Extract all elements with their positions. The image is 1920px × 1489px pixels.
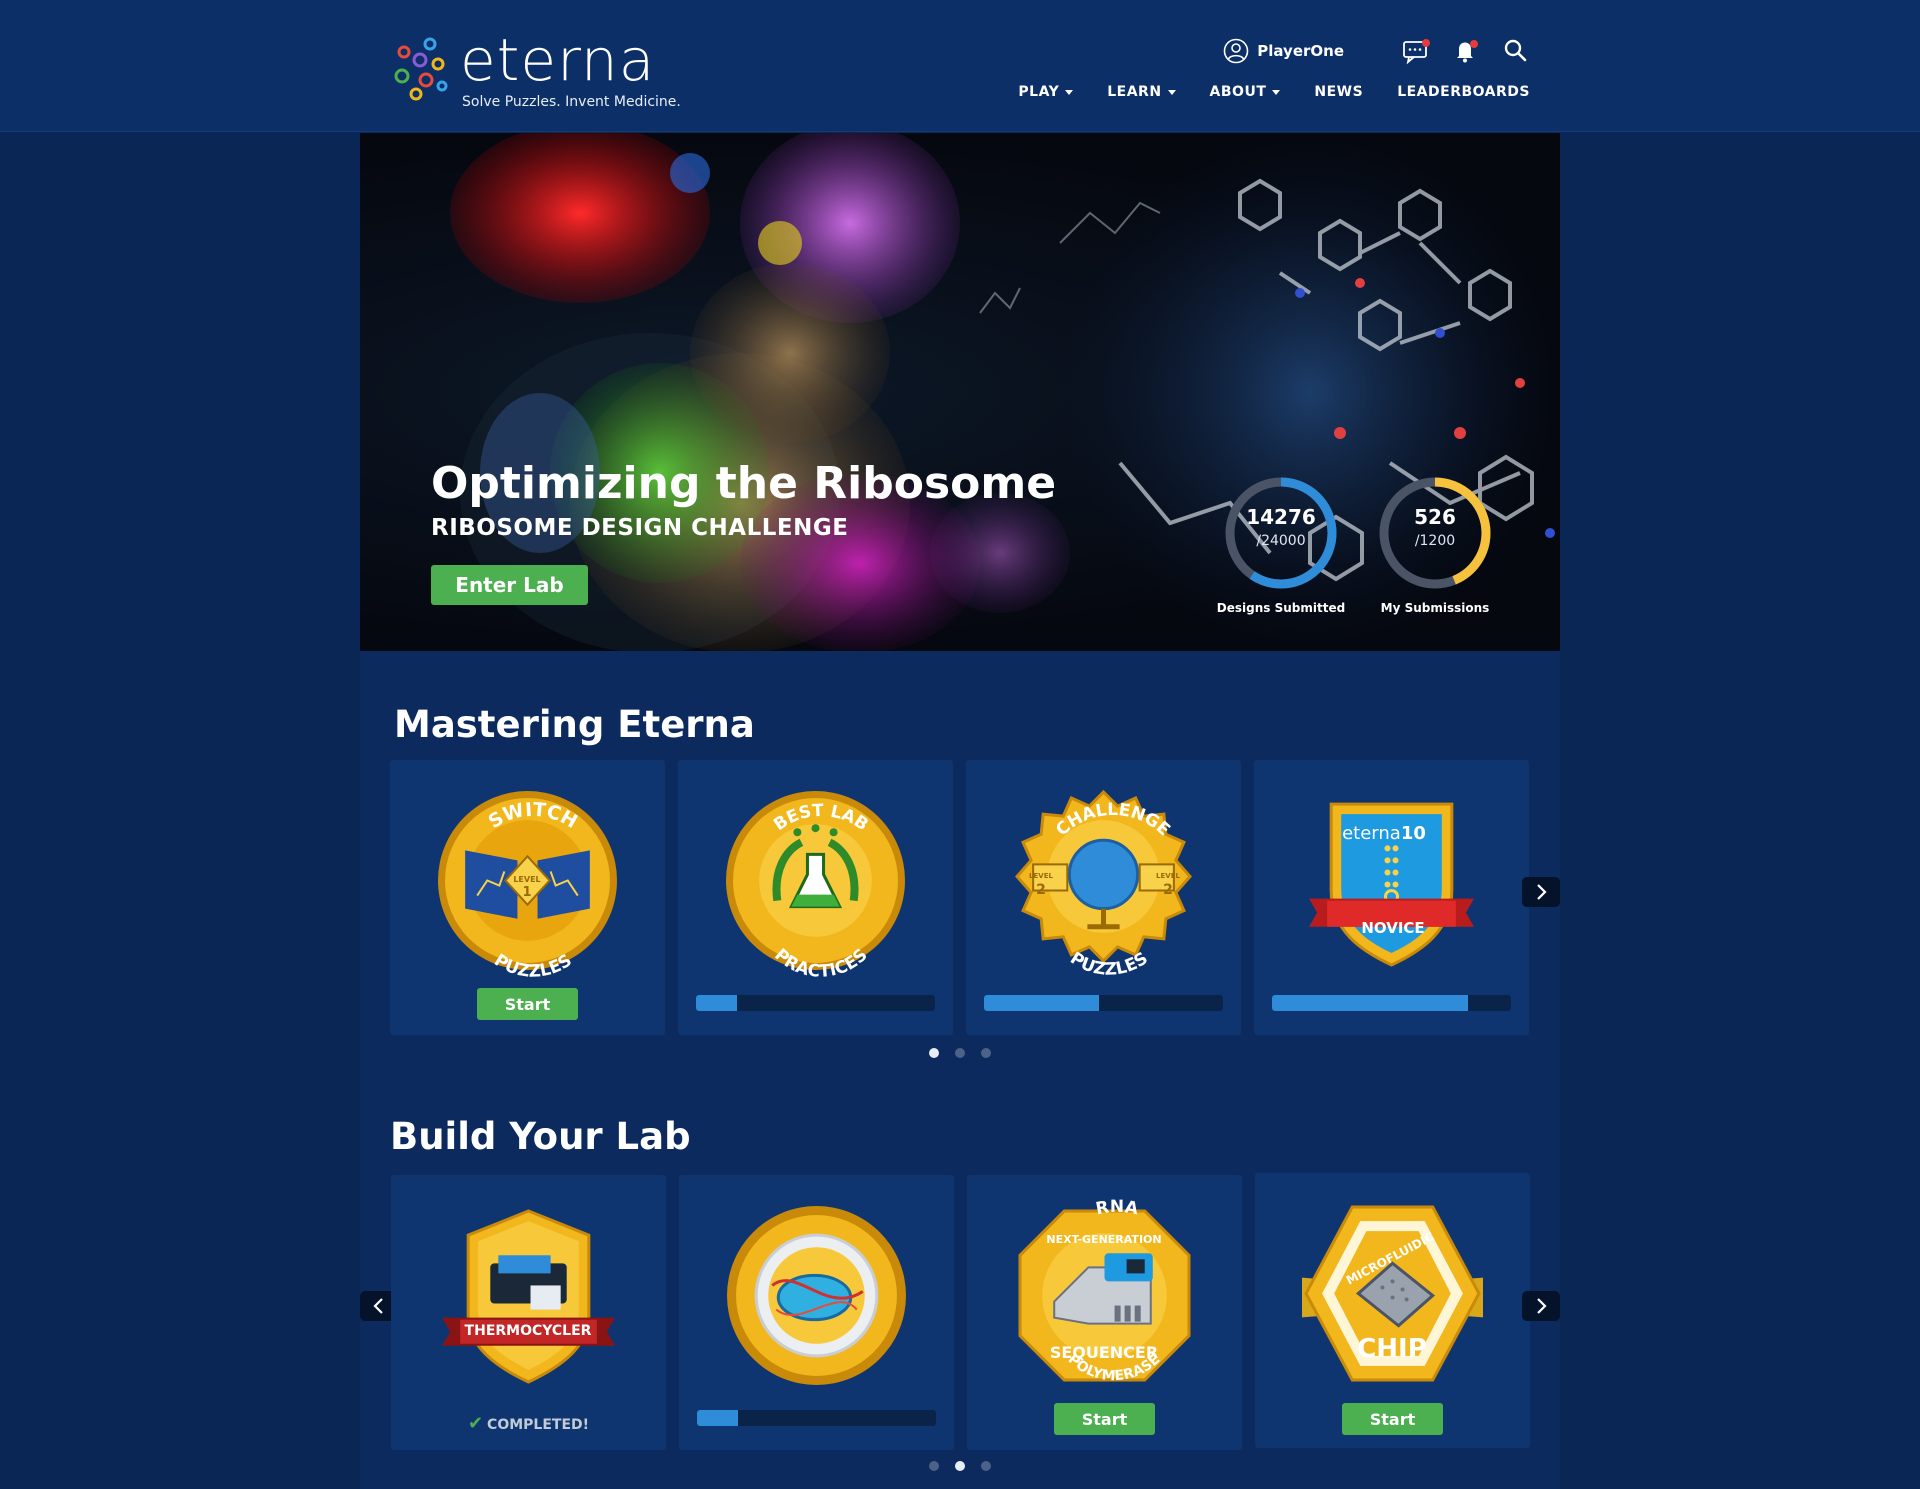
challenge-puzzles-card[interactable] — [966, 760, 1241, 1035]
hero-banner: Optimizing the Ribosome RIBOSOME DESIGN … — [360, 133, 1560, 651]
main-nav: PLAY LEARN ABOUT NEWS LEADERBOARDS — [1018, 84, 1530, 100]
nav-play-label: PLAY — [1018, 84, 1060, 100]
microfluidic-chip-badge-icon — [1302, 1205, 1483, 1382]
search-icon — [1504, 39, 1527, 62]
pagination-dot[interactable] — [929, 1461, 939, 1471]
mastering-next-arrow[interactable] — [1522, 877, 1560, 907]
sequencer-start-button[interactable]: Start — [1054, 1403, 1155, 1435]
logo-tagline: Solve Puzzles. Invent Medicine. — [462, 94, 681, 110]
progress-fill — [696, 995, 737, 1011]
chevron-right-icon — [1537, 884, 1547, 900]
messages-button[interactable] — [1402, 37, 1430, 65]
molecule-logo-icon — [394, 37, 448, 101]
rna-polymerase-card[interactable] — [679, 1175, 954, 1450]
microfluidic-chip-card[interactable]: Start — [1255, 1173, 1530, 1448]
microfluidic-chip-start-button[interactable]: Start — [1342, 1403, 1443, 1435]
chevron-down-icon — [1065, 89, 1074, 95]
build-your-lab-heading: Build Your Lab — [390, 1115, 691, 1158]
best-lab-practices-card[interactable] — [678, 760, 953, 1035]
notifications-button[interactable] — [1452, 37, 1480, 65]
hero-title: Optimizing the Ribosome — [431, 458, 1057, 509]
designs-submitted-count: 14276 — [1246, 505, 1316, 529]
pagination-dot[interactable] — [955, 1461, 965, 1471]
chevron-right-icon — [1537, 1298, 1547, 1314]
my-submissions-stat: 526 /1200 My Submissions — [1365, 473, 1505, 615]
thermocycler-badge-icon — [442, 1209, 615, 1384]
nav-news[interactable]: NEWS — [1314, 84, 1363, 100]
hero-subtitle: RIBOSOME DESIGN CHALLENGE — [431, 515, 849, 541]
pagination-dot[interactable] — [955, 1048, 965, 1058]
enter-lab-button[interactable]: Enter Lab — [431, 565, 588, 605]
nav-learn[interactable]: LEARN — [1107, 84, 1176, 100]
nav-leaderboards[interactable]: LEADERBOARDS — [1397, 84, 1530, 100]
nav-leaderboards-label: LEADERBOARDS — [1397, 84, 1530, 100]
progress-fill — [1272, 995, 1468, 1011]
completed-label: COMPLETED! — [487, 1417, 590, 1433]
nav-play[interactable]: PLAY — [1018, 84, 1074, 100]
rna-polymerase-progress — [697, 1410, 936, 1426]
best-lab-practices-badge-icon — [726, 791, 905, 970]
switch-puzzles-card[interactable]: Start — [390, 760, 665, 1035]
eterna10-novice-card[interactable] — [1254, 760, 1529, 1035]
switch-puzzles-start-button[interactable]: Start — [477, 988, 578, 1020]
nav-about[interactable]: ABOUT — [1210, 84, 1281, 100]
eterna-logo[interactable]: eterna Solve Puzzles. Invent Medicine. — [390, 26, 690, 114]
eterna10-novice-progress — [1272, 995, 1511, 1011]
progress-fill — [697, 1410, 738, 1426]
pagination-dot[interactable] — [929, 1048, 939, 1058]
lab-pagination — [929, 1461, 991, 1471]
chevron-down-icon — [1167, 89, 1176, 95]
eterna10-shield-badge-icon — [1309, 802, 1474, 967]
challenge-puzzles-badge-icon — [1015, 790, 1192, 964]
user-toolbar: PlayerOne — [1223, 36, 1530, 66]
user-avatar-icon — [1223, 38, 1249, 64]
sequencer-badge-icon — [1018, 1209, 1191, 1382]
switch-puzzles-badge-icon — [438, 791, 617, 970]
my-submissions-total: /1200 — [1414, 533, 1456, 549]
mastering-eterna-heading: Mastering Eterna — [394, 703, 755, 746]
sequencer-card[interactable]: Start — [967, 1175, 1242, 1450]
nav-learn-label: LEARN — [1107, 84, 1162, 100]
designs-submitted-total: /24000 — [1256, 533, 1306, 549]
designs-submitted-label: Designs Submitted — [1216, 601, 1346, 615]
pagination-dot[interactable] — [981, 1461, 991, 1471]
best-lab-practices-progress — [696, 995, 935, 1011]
main-content: Optimizing the Ribosome RIBOSOME DESIGN … — [360, 133, 1560, 1489]
pagination-dot[interactable] — [981, 1048, 991, 1058]
my-submissions-label: My Submissions — [1380, 601, 1490, 615]
nav-about-label: ABOUT — [1209, 84, 1267, 100]
chevron-down-icon — [1272, 89, 1281, 95]
nav-news-label: NEWS — [1314, 84, 1364, 100]
search-button[interactable] — [1502, 37, 1530, 65]
lab-next-arrow[interactable] — [1522, 1291, 1560, 1321]
mastering-pagination — [929, 1048, 991, 1058]
designs-submitted-stat: 14276 /24000 Designs Submitted — [1211, 473, 1351, 615]
check-icon: ✔ — [467, 1413, 484, 1434]
rna-polymerase-badge-icon — [727, 1206, 906, 1385]
notification-indicator — [1470, 40, 1478, 48]
progress-fill — [984, 995, 1099, 1011]
username: PlayerOne — [1257, 42, 1344, 60]
thermocycler-status: ✔ COMPLETED! — [391, 1413, 666, 1434]
thermocycler-card[interactable]: ✔ COMPLETED! — [391, 1175, 666, 1450]
my-submissions-count: 526 — [1414, 505, 1456, 529]
unread-indicator — [1422, 39, 1430, 47]
challenge-puzzles-progress — [984, 995, 1223, 1011]
user-profile-link[interactable]: PlayerOne — [1223, 38, 1344, 64]
logo-wordmark: eterna — [460, 26, 656, 94]
site-header: eterna Solve Puzzles. Invent Medicine. P… — [0, 0, 1920, 132]
chevron-left-icon — [373, 1298, 383, 1314]
